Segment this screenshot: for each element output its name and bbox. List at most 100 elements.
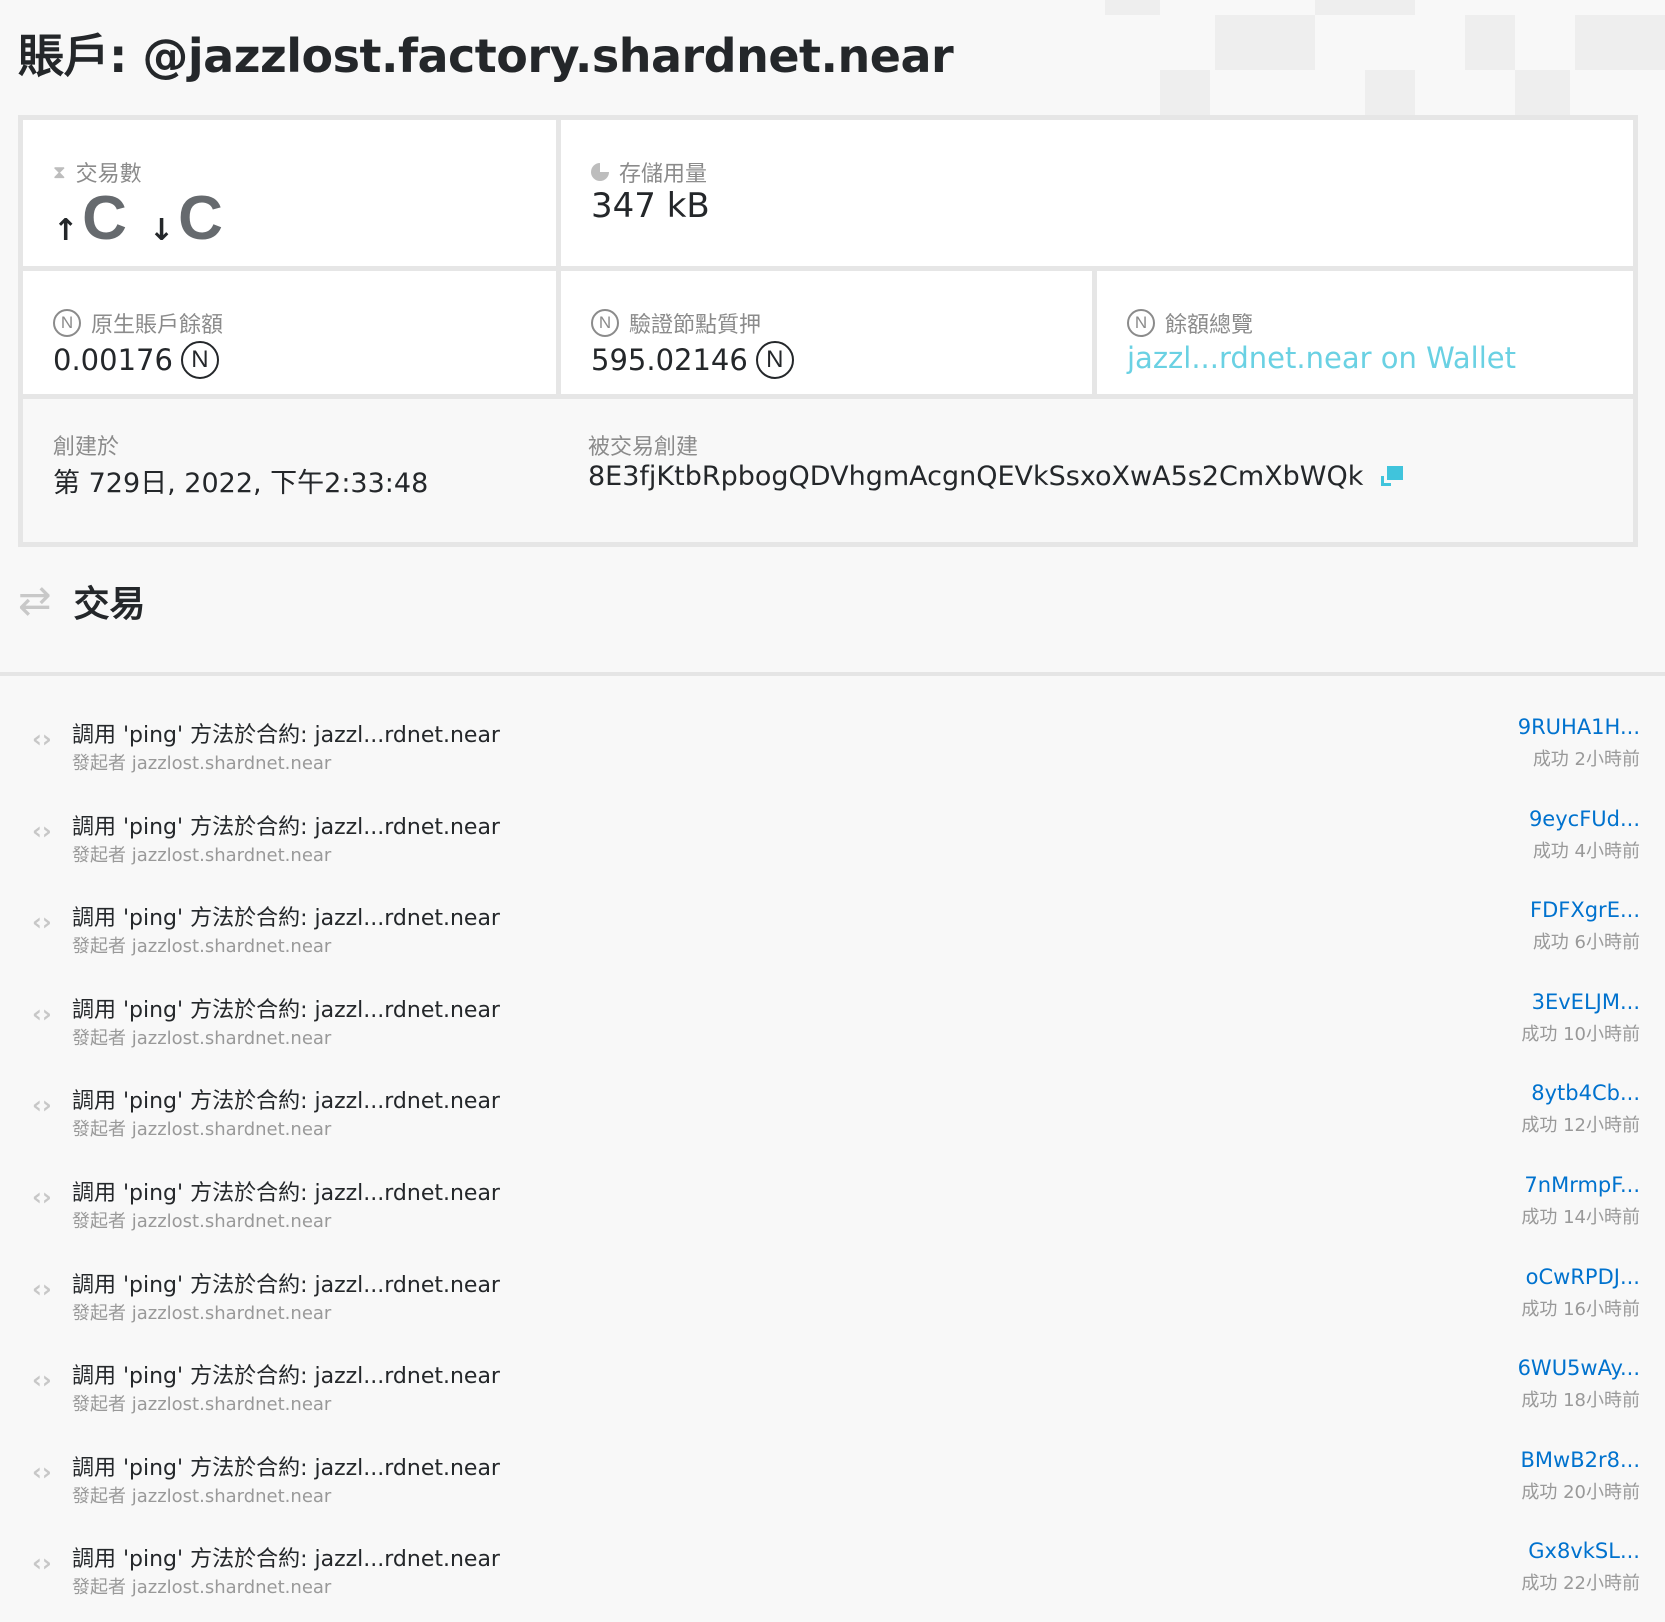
transaction-hash-link[interactable]: FDFXgrE... (1530, 898, 1640, 922)
code-brackets-icon: ‹› (32, 908, 52, 937)
transaction-signer: 發起者 jazzlost.shardnet.near (72, 936, 332, 958)
created-at-label: 創建於 (53, 435, 120, 460)
wallet-link[interactable]: jazzl...rdnet.near on Wallet (1127, 341, 1516, 375)
transaction-status: 成功 18小時前 (1521, 1390, 1640, 1412)
transaction-row[interactable]: ‹› 調用 'ping' 方法於合約: jazzl...rdnet.near 發起者… (0, 797, 1665, 889)
created-by-tx-label: 被交易創建 (588, 435, 699, 460)
transaction-signer: 發起者 jazzlost.shardnet.near (72, 1027, 332, 1049)
code-brackets-icon: ‹› (32, 999, 52, 1028)
near-token-icon: N (755, 341, 794, 379)
transaction-status: 成功 14小時前 (1521, 1207, 1640, 1228)
section-title: 交易 (73, 584, 146, 625)
transaction-signer: 發起者 jazzlost.shardnet.near (72, 1485, 332, 1507)
transaction-status: 成功 12小時前 (1521, 1115, 1640, 1137)
near-token-icon: N (180, 341, 219, 379)
transaction-signer: 發起者 jazzlost.shardnet.near (72, 1577, 332, 1599)
creation-info: 創建於 第 729日, 2022, 下午2:33:48 被交易創建 8E3fjK… (23, 399, 1633, 542)
stat-storage-value: 347 kB (591, 186, 710, 226)
header-pattern (1105, 0, 1665, 115)
transaction-hash-link[interactable]: 7nMrmpF... (1524, 1173, 1640, 1197)
outgoing-count: ↓ C (149, 188, 223, 250)
transaction-title: 調用 'ping' 方法於合約: jazzl...rdnet.near (72, 906, 500, 932)
code-brackets-icon: ‹› (32, 816, 52, 845)
transaction-signer: 發起者 jazzlost.shardnet.near (72, 1211, 332, 1232)
transaction-signer: 發起者 jazzlost.shardnet.near (72, 1302, 332, 1324)
transaction-hash-link[interactable]: oCwRPDJ... (1526, 1265, 1640, 1289)
transaction-title: 調用 'ping' 方法於合約: jazzl...rdnet.near (72, 1455, 500, 1481)
transaction-signer: 發起者 jazzlost.shardnet.near (72, 844, 332, 866)
transaction-status: 成功 4小時前 (1532, 840, 1640, 862)
near-token-icon: N (591, 309, 619, 337)
account-stats-card: ⧗ 交易數 ↑ C ↓ C 存儲用量 347 kB N 原生賬戶餘額 0.001… (18, 115, 1638, 547)
transaction-row[interactable]: ‹› 調用 'ping' 方法於合約: jazzl...rdnet.near 發起者… (0, 980, 1665, 1072)
code-brackets-icon: ‹› (32, 1457, 52, 1486)
transactions-section-header: ⇄ 交易 (18, 575, 146, 627)
stat-native-balance-value: 0.00176 (53, 343, 173, 377)
transaction-hash-link[interactable]: 9eycFUd... (1529, 807, 1640, 831)
transaction-row[interactable]: ‹› 調用 'ping' 方法於合約: jazzl...rdnet.near 發起者… (0, 1346, 1665, 1438)
transaction-status: 成功 6小時前 (1532, 932, 1640, 954)
code-brackets-icon: ‹› (32, 1274, 52, 1303)
stat-native-balance: N 原生賬戶餘額 0.00176 N (23, 271, 556, 394)
pie-chart-icon (591, 163, 609, 181)
transaction-hash-link[interactable]: 8ytb4Cb... (1531, 1081, 1640, 1105)
transaction-status: 成功 2小時前 (1532, 749, 1640, 770)
code-brackets-icon: ‹› (32, 1366, 52, 1395)
transaction-row[interactable]: ‹› 調用 'ping' 方法於合約: jazzl...rdnet.near 發起者… (0, 1163, 1665, 1255)
stat-storage: 存儲用量 347 kB (561, 120, 1633, 266)
stat-validator-stake: N 驗證節點質押 595.02146 N (561, 271, 1092, 394)
loading-spinner-icon: C (82, 184, 127, 253)
transaction-title: 調用 'ping' 方法於合約: jazzl...rdnet.near (72, 1181, 500, 1206)
transaction-hash-link[interactable]: Gx8vkSL... (1528, 1539, 1640, 1563)
hourglass-icon: ⧗ (53, 161, 66, 183)
page-title: 賬戶: @jazzlost.factory.shardnet.near (18, 29, 954, 83)
near-token-icon: N (53, 309, 81, 337)
arrow-up-icon: ↑ (53, 213, 79, 248)
stat-validator-stake-value: 595.02146 (591, 343, 748, 377)
stat-storage-label: 存儲用量 (619, 162, 708, 187)
near-token-icon: N (1127, 309, 1155, 337)
code-brackets-icon: ‹› (32, 1549, 52, 1578)
incoming-count: ↑ C (53, 188, 127, 250)
transaction-title: 調用 'ping' 方法於合約: jazzl...rdnet.near (72, 1089, 500, 1115)
code-brackets-icon: ‹› (32, 725, 52, 753)
transaction-row[interactable]: ‹› 調用 'ping' 方法於合約: jazzl...rdnet.near 發起者… (0, 1071, 1665, 1163)
stat-balance-overview: N 餘額總覽 jazzl...rdnet.near on Wallet (1097, 271, 1633, 394)
transaction-title: 調用 'ping' 方法於合約: jazzl...rdnet.near (72, 1272, 500, 1298)
transaction-hash-link[interactable]: 9RUHA1H... (1518, 715, 1640, 739)
transaction-hash-link[interactable]: 3EvELJM... (1532, 990, 1640, 1014)
transaction-row[interactable]: ‹› 調用 'ping' 方法於合約: jazzl...rdnet.near 發起者… (0, 1438, 1665, 1530)
stat-balance-overview-label: 餘額總覽 (1165, 313, 1254, 338)
created-by-tx-hash[interactable]: 8E3fjKtbRpbogQDVhgmAcgnQEVkSsxoXwA5s2CmX… (588, 461, 1363, 492)
transaction-hash-link[interactable]: 6WU5wAy... (1518, 1356, 1640, 1380)
arrow-down-icon: ↓ (148, 213, 175, 248)
swap-arrows-icon: ⇄ (18, 578, 52, 624)
transaction-status: 成功 16小時前 (1521, 1298, 1640, 1320)
external-copy-icon[interactable] (1381, 465, 1405, 488)
transaction-title: 調用 'ping' 方法於合約: jazzl...rdnet.near (72, 997, 500, 1023)
transaction-status: 成功 20小時前 (1521, 1481, 1640, 1503)
transaction-signer: 發起者 jazzlost.shardnet.near (72, 1394, 332, 1416)
transaction-counts: ↑ C ↓ C (53, 188, 223, 250)
stat-transactions: ⧗ 交易數 ↑ C ↓ C (23, 120, 556, 266)
transaction-signer: 發起者 jazzlost.shardnet.near (72, 1119, 332, 1141)
transaction-status: 成功 22小時前 (1521, 1573, 1640, 1595)
transaction-title: 調用 'ping' 方法於合約: jazzl...rdnet.near (72, 723, 500, 748)
loading-spinner-icon: C (178, 184, 223, 253)
transaction-row[interactable]: ‹› 調用 'ping' 方法於合約: jazzl...rdnet.near 發起者… (0, 1255, 1665, 1347)
created-at-value: 第 729日, 2022, 下午2:33:48 (53, 468, 429, 499)
transaction-row[interactable]: ‹› 調用 'ping' 方法於合約: jazzl...rdnet.near 發起者… (0, 1529, 1665, 1621)
section-divider (0, 672, 1665, 676)
stat-validator-stake-label: 驗證節點質押 (629, 313, 762, 338)
transaction-title: 調用 'ping' 方法於合約: jazzl...rdnet.near (72, 1547, 500, 1573)
transaction-title: 調用 'ping' 方法於合約: jazzl...rdnet.near (72, 1364, 500, 1390)
transaction-signer: 發起者 jazzlost.shardnet.near (72, 753, 332, 774)
transaction-row[interactable]: ‹› 調用 'ping' 方法於合約: jazzl...rdnet.near 發起者… (0, 705, 1665, 797)
code-brackets-icon: ‹› (32, 1091, 52, 1120)
transaction-title: 調用 'ping' 方法於合約: jazzl...rdnet.near (72, 814, 500, 840)
transaction-hash-link[interactable]: BMwB2r8... (1521, 1448, 1641, 1472)
code-brackets-icon: ‹› (32, 1183, 52, 1211)
transaction-row[interactable]: ‹› 調用 'ping' 方法於合約: jazzl...rdnet.near 發起者… (0, 888, 1665, 980)
stat-native-balance-label: 原生賬戶餘額 (91, 313, 224, 338)
transaction-status: 成功 10小時前 (1521, 1023, 1640, 1045)
